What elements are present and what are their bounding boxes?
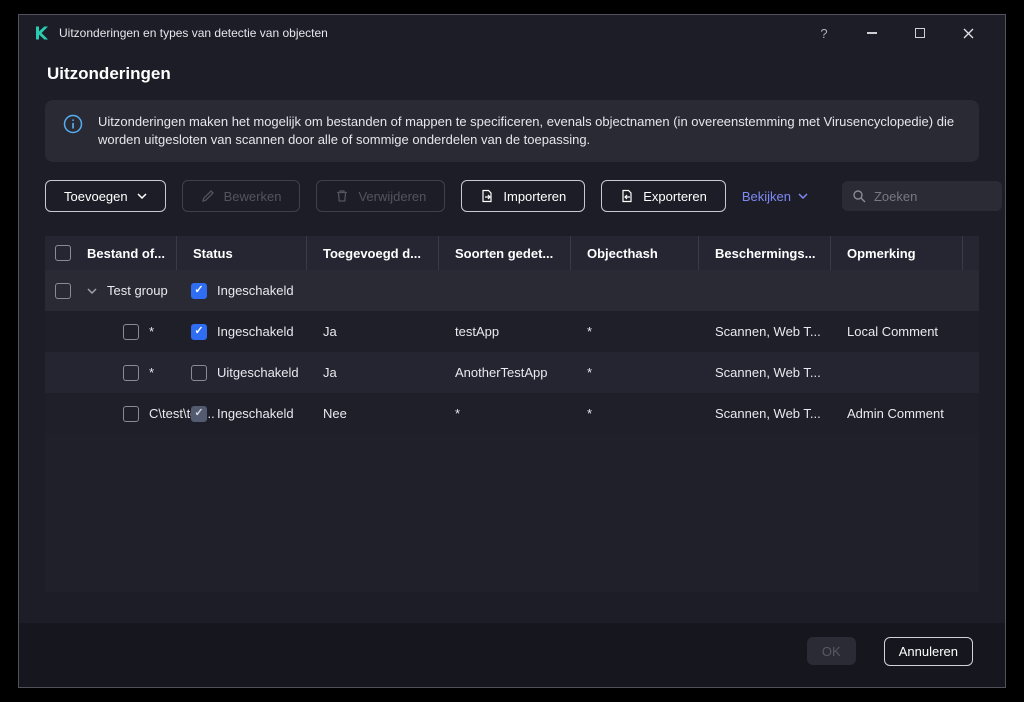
- cell-objecthash: *: [571, 406, 699, 421]
- column-header-status[interactable]: Status: [177, 236, 307, 270]
- select-all-checkbox[interactable]: [55, 245, 71, 261]
- status-checkbox[interactable]: [191, 283, 207, 299]
- info-banner: Uitzonderingen maken het mogelijk om bes…: [45, 100, 979, 162]
- cell-objecthash: *: [571, 324, 699, 339]
- cancel-button[interactable]: Annuleren: [884, 637, 973, 666]
- cell-protection: Scannen, Web T...: [699, 365, 831, 380]
- search-icon: [852, 189, 866, 203]
- table-row[interactable]: C\test\tes... Ingeschakeld Nee * * Scann…: [45, 393, 979, 434]
- table-group-row[interactable]: Test group Ingeschakeld: [45, 270, 979, 311]
- import-icon: [480, 189, 494, 203]
- column-header-types[interactable]: Soorten gedet...: [439, 236, 571, 270]
- minimize-icon: [867, 32, 877, 34]
- column-header-objecthash[interactable]: Objecthash: [571, 236, 699, 270]
- search-input[interactable]: [874, 189, 992, 204]
- close-icon: [963, 28, 974, 39]
- kaspersky-logo-icon: [33, 25, 49, 41]
- search-box: [842, 181, 1002, 211]
- toolbar: Toevoegen Bewerken Verwijderen Importere…: [45, 180, 979, 212]
- minimize-button[interactable]: [857, 20, 887, 46]
- chevron-down-icon: [798, 193, 808, 199]
- row-checkbox[interactable]: [123, 406, 139, 422]
- trash-icon: [335, 189, 349, 203]
- cell-objecthash: *: [571, 365, 699, 380]
- cell-comment: Admin Comment: [831, 406, 963, 421]
- status-checkbox[interactable]: [191, 406, 207, 422]
- cell-added: Nee: [307, 406, 439, 421]
- import-button-label: Importeren: [503, 189, 566, 204]
- group-name: Test group: [107, 283, 168, 298]
- cell-types: testApp: [439, 324, 571, 339]
- window-title: Uitzonderingen en types van detectie van…: [59, 26, 328, 40]
- delete-button-label: Verwijderen: [358, 189, 426, 204]
- cell-protection: Scannen, Web T...: [699, 406, 831, 421]
- column-header-comment[interactable]: Opmerking: [831, 236, 963, 270]
- column-header-file[interactable]: Bestand of...: [81, 236, 177, 270]
- expander-chevron-icon[interactable]: [87, 288, 97, 294]
- status-checkbox[interactable]: [191, 365, 207, 381]
- maximize-button[interactable]: [905, 20, 935, 46]
- select-all-cell: [45, 236, 81, 270]
- maximize-icon: [915, 28, 925, 38]
- exclusions-table: Bestand of... Status Toegevoegd d... Soo…: [45, 236, 979, 592]
- cell-types: *: [439, 406, 571, 421]
- status-label: Ingeschakeld: [217, 283, 294, 298]
- status-checkbox[interactable]: [191, 324, 207, 340]
- cell-file: *: [149, 324, 154, 339]
- status-label: Ingeschakeld: [217, 406, 294, 421]
- chevron-down-icon: [137, 193, 147, 199]
- edit-button-label: Bewerken: [224, 189, 282, 204]
- cell-added: Ja: [307, 365, 439, 380]
- export-button-label: Exporteren: [643, 189, 707, 204]
- edit-button: Bewerken: [182, 180, 301, 212]
- view-dropdown[interactable]: Bekijken: [742, 189, 808, 204]
- column-header-added[interactable]: Toegevoegd d...: [307, 236, 439, 270]
- table-row[interactable]: * Ingeschakeld Ja testApp * Scannen, Web…: [45, 311, 979, 352]
- help-button[interactable]: ?: [809, 20, 839, 46]
- page-title: Uitzonderingen: [47, 64, 1005, 84]
- table-empty-area: [45, 434, 979, 592]
- table-header-row: Bestand of... Status Toegevoegd d... Soo…: [45, 236, 979, 270]
- row-checkbox[interactable]: [123, 365, 139, 381]
- info-icon: [63, 114, 83, 134]
- delete-button: Verwijderen: [316, 180, 445, 212]
- pencil-icon: [201, 189, 215, 203]
- row-checkbox[interactable]: [55, 283, 71, 299]
- close-button[interactable]: [953, 20, 983, 46]
- import-button[interactable]: Importeren: [461, 180, 585, 212]
- export-button[interactable]: Exporteren: [601, 180, 726, 212]
- cell-file: *: [149, 365, 154, 380]
- table-row[interactable]: * Uitgeschakeld Ja AnotherTestApp * Scan…: [45, 352, 979, 393]
- cell-types: AnotherTestApp: [439, 365, 571, 380]
- row-checkbox[interactable]: [123, 324, 139, 340]
- dialog-window: Uitzonderingen en types van detectie van…: [18, 14, 1006, 688]
- cell-added: Ja: [307, 324, 439, 339]
- title-bar: Uitzonderingen en types van detectie van…: [19, 15, 1005, 51]
- status-label: Ingeschakeld: [217, 324, 294, 339]
- export-icon: [620, 189, 634, 203]
- view-dropdown-label: Bekijken: [742, 189, 791, 204]
- column-header-protection[interactable]: Beschermings...: [699, 236, 831, 270]
- cell-protection: Scannen, Web T...: [699, 324, 831, 339]
- add-button[interactable]: Toevoegen: [45, 180, 166, 212]
- add-button-label: Toevoegen: [64, 189, 128, 204]
- info-text: Uitzonderingen maken het mogelijk om bes…: [98, 113, 958, 149]
- dialog-footer: OK Annuleren: [19, 623, 1005, 687]
- ok-button: OK: [807, 637, 856, 665]
- status-label: Uitgeschakeld: [217, 365, 299, 380]
- cell-comment: Local Comment: [831, 324, 963, 339]
